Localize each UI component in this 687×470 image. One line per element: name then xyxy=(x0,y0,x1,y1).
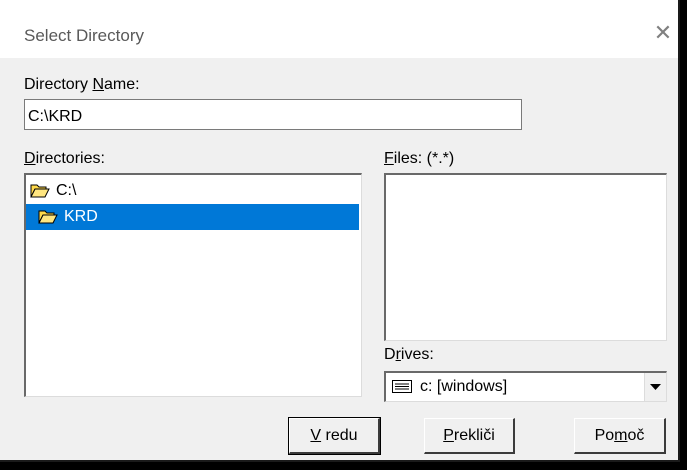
drives-dropdown[interactable]: c: [windows] xyxy=(384,371,667,402)
ok-button[interactable]: V redu xyxy=(288,417,381,455)
files-label: Files: (*.*) xyxy=(384,150,455,167)
directory-label: KRD xyxy=(64,208,98,225)
directories-label: Directories: xyxy=(24,150,105,167)
list-item[interactable]: C:\ xyxy=(26,178,359,204)
list-item-selected[interactable]: KRD xyxy=(26,204,359,230)
help-button[interactable]: Pomoč xyxy=(574,418,666,454)
dropdown-arrow[interactable] xyxy=(644,373,666,401)
directories-list[interactable]: C:\ KRD xyxy=(24,173,362,397)
cancel-button[interactable]: Prekliči xyxy=(424,418,515,454)
directory-name-label: Directory Name: xyxy=(24,76,140,93)
drives-value: c: [windows] xyxy=(420,378,508,395)
open-folder-icon xyxy=(30,184,50,198)
select-directory-dialog: Select Directory ✕ Directory Name: Direc… xyxy=(0,0,680,462)
files-list[interactable] xyxy=(384,173,667,341)
window-title: Select Directory xyxy=(24,26,144,45)
directory-label: C:\ xyxy=(56,182,77,199)
directory-name-field[interactable] xyxy=(24,99,522,130)
chevron-down-icon xyxy=(650,384,661,390)
close-icon[interactable]: ✕ xyxy=(652,22,674,44)
drives-label: Drives: xyxy=(384,346,434,363)
drive-icon xyxy=(392,380,412,393)
open-folder-icon xyxy=(38,210,58,224)
title-bar: Select Directory ✕ xyxy=(0,0,678,58)
